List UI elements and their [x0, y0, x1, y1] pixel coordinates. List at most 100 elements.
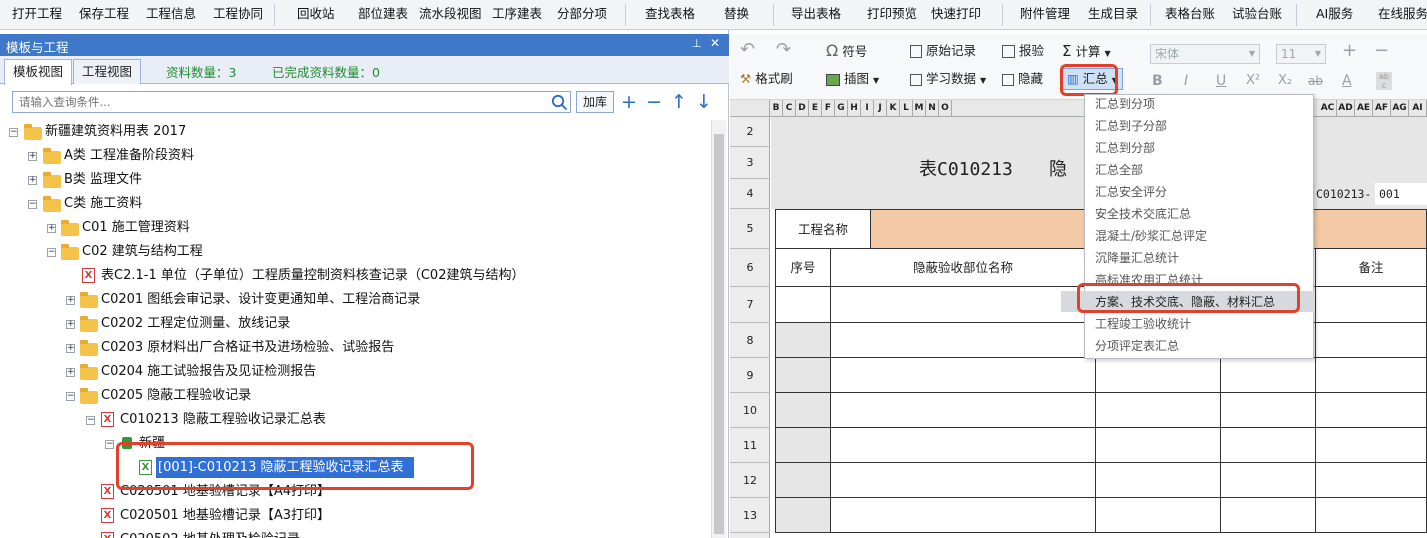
- font-family-select[interactable]: 宋体 ▼: [1150, 44, 1260, 64]
- menu-project-collab[interactable]: 工程协同: [213, 0, 263, 30]
- menu-item-summary-to-item[interactable]: 汇总到分项: [1095, 93, 1155, 115]
- collapse-toggle[interactable]: −: [9, 128, 18, 137]
- add-icon[interactable]: +: [621, 92, 637, 112]
- expand-toggle[interactable]: +: [28, 176, 37, 185]
- table-cell[interactable]: [775, 393, 831, 428]
- study-data-button[interactable]: 学习数据 ▼: [910, 68, 986, 90]
- menu-print-preview[interactable]: 打印预览: [867, 0, 917, 30]
- clear-format-icon[interactable]: ab c: [1376, 72, 1392, 90]
- strikethrough-icon[interactable]: ab: [1308, 70, 1323, 92]
- pin-icon[interactable]: ⊥: [692, 37, 702, 50]
- menu-save-project[interactable]: 保存工程: [79, 0, 129, 30]
- menu-online-service[interactable]: 在线服务: [1378, 0, 1427, 30]
- table-cell[interactable]: [1221, 428, 1316, 463]
- expand-toggle[interactable]: +: [66, 344, 75, 353]
- menu-item-item-evaluation[interactable]: 分项评定表汇总: [1095, 335, 1179, 357]
- row-number[interactable]: 3: [730, 147, 770, 179]
- tab-project-view[interactable]: 工程视图: [73, 59, 142, 84]
- sheet-code-number[interactable]: 001: [1375, 183, 1427, 205]
- tree-node-c0205[interactable]: C0205 隐蔽工程验收记录: [101, 384, 251, 408]
- menu-build-by-process[interactable]: 工序建表: [492, 0, 542, 30]
- move-down-icon[interactable]: ↓: [696, 92, 712, 112]
- row-number[interactable]: 13: [730, 498, 770, 533]
- table-cell[interactable]: [831, 358, 1096, 393]
- increase-font-icon[interactable]: +: [1342, 40, 1357, 62]
- table-cell[interactable]: [1316, 463, 1427, 498]
- tree-node-c020501b[interactable]: C020501 地基验槽记录【A3打印】: [120, 504, 330, 528]
- format-brush-button[interactable]: ⚒ 格式刷: [740, 68, 793, 90]
- table-cell[interactable]: [1221, 358, 1316, 393]
- search-icon[interactable]: [551, 94, 568, 111]
- expand-toggle[interactable]: +: [66, 296, 75, 305]
- row-number[interactable]: 5: [730, 209, 770, 249]
- lib-button[interactable]: 加库: [576, 91, 614, 113]
- tree-node-a[interactable]: A类 工程准备阶段资料: [64, 144, 194, 168]
- menu-item-safety-score[interactable]: 汇总安全评分: [1095, 181, 1167, 203]
- move-up-icon[interactable]: ↑: [671, 92, 687, 112]
- hide-button[interactable]: 隐藏: [1002, 68, 1043, 90]
- expand-toggle[interactable]: +: [66, 320, 75, 329]
- menu-subitem[interactable]: 分部分项: [557, 0, 607, 30]
- tree-node-c0202[interactable]: C0202 工程定位测量、放线记录: [101, 312, 290, 336]
- row-number[interactable]: 4: [730, 179, 770, 209]
- menu-table-ledger[interactable]: 表格台账: [1165, 0, 1215, 30]
- menu-open-project[interactable]: 打开工程: [12, 0, 62, 30]
- col-header[interactable]: AE: [1355, 100, 1373, 117]
- col-header[interactable]: M: [913, 100, 926, 117]
- menu-find-table[interactable]: 查找表格: [645, 0, 695, 30]
- undo-icon[interactable]: ↶: [740, 39, 755, 61]
- row-number[interactable]: 12: [730, 463, 770, 498]
- font-color-icon[interactable]: A: [1342, 70, 1352, 92]
- close-icon[interactable]: ✕: [710, 36, 720, 50]
- table-cell[interactable]: [831, 323, 1096, 358]
- superscript-icon[interactable]: X²: [1246, 70, 1260, 92]
- tree-node-c0204[interactable]: C0204 施工试验报告及见证检测报告: [101, 360, 316, 384]
- scrollbar-thumb[interactable]: [714, 134, 724, 534]
- col-header[interactable]: AG: [1391, 100, 1409, 117]
- col-header[interactable]: L: [900, 100, 913, 117]
- row-number[interactable]: 6: [730, 249, 770, 287]
- table-cell[interactable]: [1316, 323, 1427, 358]
- col-header[interactable]: K: [887, 100, 900, 117]
- menu-item-completion-stats[interactable]: 工程竣工验收统计: [1095, 313, 1191, 335]
- col-header[interactable]: B: [770, 100, 783, 117]
- table-cell[interactable]: [831, 498, 1096, 533]
- font-size-select[interactable]: 11 ▼: [1276, 44, 1326, 64]
- tree-node-c010213[interactable]: C010213 隐蔽工程验收记录汇总表: [120, 408, 326, 432]
- col-header[interactable]: AI: [1409, 100, 1427, 117]
- menu-item-summary-to-division[interactable]: 汇总到分部: [1095, 137, 1155, 159]
- menu-build-by-part[interactable]: 部位建表: [358, 0, 408, 30]
- col-header[interactable]: AF: [1373, 100, 1391, 117]
- menu-recycle-bin[interactable]: 回收站: [297, 0, 335, 30]
- tree-node-b[interactable]: B类 监理文件: [64, 168, 142, 192]
- table-cell[interactable]: [831, 393, 1096, 428]
- col-header[interactable]: AD: [1337, 100, 1355, 117]
- menu-item-summary-all[interactable]: 汇总全部: [1095, 159, 1143, 181]
- table-cell[interactable]: [1096, 358, 1221, 393]
- row-number[interactable]: 7: [730, 287, 770, 323]
- tree-node-c02[interactable]: C02 建筑与结构工程: [82, 240, 203, 264]
- table-cell[interactable]: [1096, 393, 1221, 428]
- table-cell[interactable]: [775, 358, 831, 393]
- table-cell[interactable]: [1316, 428, 1427, 463]
- row-number[interactable]: 10: [730, 393, 770, 428]
- table-cell[interactable]: [831, 463, 1096, 498]
- table-cell[interactable]: [775, 498, 831, 533]
- tree-node-c020502[interactable]: C020502 地基处理及检验记录: [120, 528, 300, 538]
- col-header[interactable]: O: [939, 100, 952, 117]
- table-cell[interactable]: [775, 323, 831, 358]
- row-number[interactable]: 2: [730, 117, 770, 147]
- collapse-toggle[interactable]: −: [66, 392, 75, 401]
- expand-toggle[interactable]: +: [47, 224, 56, 233]
- tree-node-c21[interactable]: 表C2.1-1 单位（子单位）工程质量控制资料核查记录（C02建筑与结构）: [101, 264, 524, 288]
- decrease-font-icon[interactable]: −: [1374, 40, 1389, 62]
- table-cell[interactable]: [1221, 463, 1316, 498]
- tree-node-root[interactable]: 新疆建筑资料用表 2017: [45, 120, 186, 144]
- menu-flow-view[interactable]: 流水段视图: [419, 0, 482, 30]
- row-number[interactable]: 11: [730, 428, 770, 463]
- col-header[interactable]: E: [809, 100, 822, 117]
- bold-icon[interactable]: B: [1152, 70, 1163, 92]
- col-header[interactable]: G: [835, 100, 848, 117]
- tree-node-c01[interactable]: C01 施工管理资料: [82, 216, 190, 240]
- collapse-toggle[interactable]: −: [105, 440, 114, 449]
